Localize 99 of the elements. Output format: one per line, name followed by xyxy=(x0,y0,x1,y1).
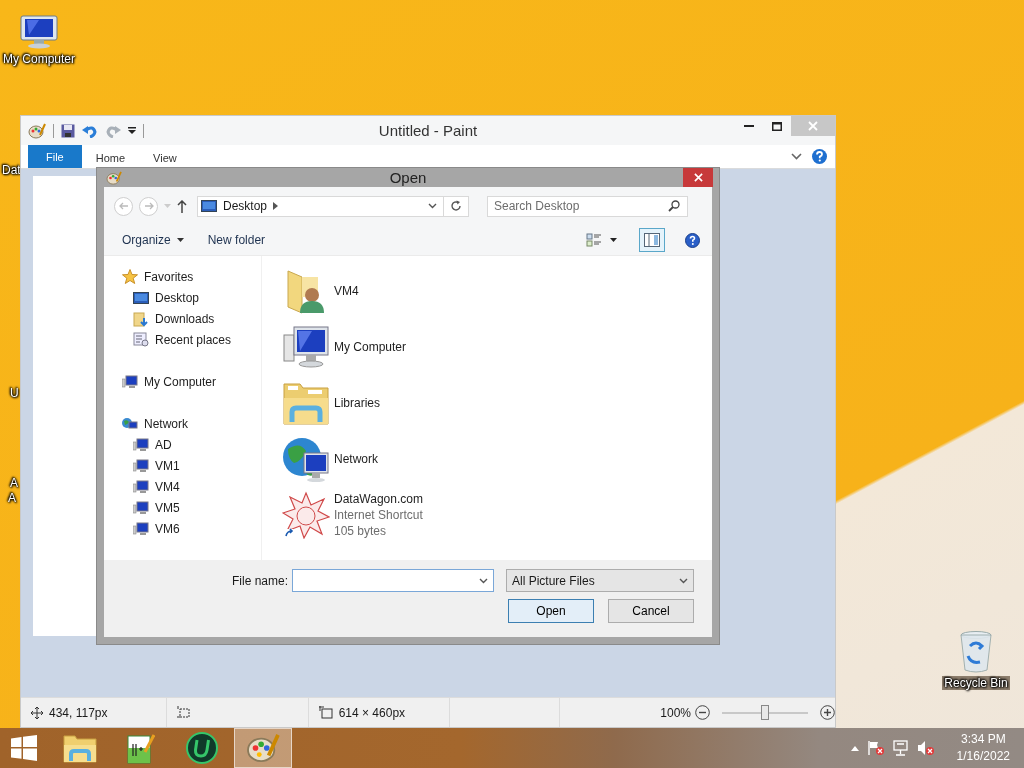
file-item[interactable]: DataWagon.com Internet Shortcut 105 bytes xyxy=(282,487,462,543)
show-hidden-icons-icon[interactable] xyxy=(850,745,859,751)
preview-pane-icon xyxy=(644,233,660,247)
nav-item[interactable]: VM1 xyxy=(122,455,261,476)
computer-icon xyxy=(133,479,149,494)
up-arrow-icon[interactable] xyxy=(177,199,187,213)
image-size: 614 × 460px xyxy=(338,705,406,720)
computer-icon xyxy=(133,437,149,452)
file-name-field[interactable] xyxy=(292,569,494,592)
file-item[interactable]: Network xyxy=(282,431,462,487)
address-bar[interactable]: Desktop xyxy=(197,195,469,217)
network-status-icon[interactable] xyxy=(892,740,909,756)
organize-menu-button[interactable]: Organize xyxy=(114,233,192,247)
window-title: Untitled - Paint xyxy=(378,122,478,139)
close-icon xyxy=(808,121,818,131)
ribbon-tab[interactable]: Home xyxy=(81,147,140,168)
undo-icon[interactable] xyxy=(82,123,98,138)
customize-caret-icon[interactable] xyxy=(128,126,136,135)
nav-item[interactable]: AD xyxy=(122,434,261,455)
help-icon[interactable] xyxy=(812,149,827,164)
expand-ribbon-icon[interactable] xyxy=(791,153,802,160)
desktop-icon xyxy=(133,291,149,304)
computer-icon xyxy=(133,500,149,515)
cursor-position: 434, 117px xyxy=(49,705,108,720)
refresh-icon[interactable] xyxy=(450,200,462,212)
recycle-bin-icon[interactable] xyxy=(958,630,994,674)
desktop-icon xyxy=(201,200,217,212)
zoom-in-button[interactable] xyxy=(820,705,835,720)
open-button[interactable]: Open xyxy=(508,599,594,623)
flag-error-icon[interactable] xyxy=(866,740,885,756)
desktop-icon-label[interactable]: Recycle Bin xyxy=(942,676,1010,690)
close-button[interactable] xyxy=(683,168,713,187)
address-segment[interactable]: Desktop xyxy=(223,199,268,213)
move-cursor-icon xyxy=(31,706,43,719)
recent-places-icon xyxy=(133,332,149,347)
palette-icon xyxy=(28,122,46,139)
close-icon xyxy=(693,173,703,182)
windows-logo-icon xyxy=(11,735,37,761)
search-field[interactable]: Search Desktop xyxy=(487,195,688,217)
nav-item[interactable]: Desktop xyxy=(122,287,261,308)
nav-item[interactable]: VM6 xyxy=(122,518,261,539)
zoom-level: 100% xyxy=(660,705,691,720)
nav-item[interactable]: Downloads xyxy=(122,308,261,329)
nav-item[interactable]: VM4 xyxy=(122,476,261,497)
back-arrow-icon xyxy=(118,202,129,210)
dropdown-caret-icon[interactable] xyxy=(479,578,488,584)
minus-icon xyxy=(695,705,710,720)
dialog-title: Open xyxy=(389,169,427,186)
view-caret-icon[interactable] xyxy=(610,238,617,242)
nav-item[interactable]: My Computer xyxy=(122,371,261,392)
dropdown-caret-icon[interactable] xyxy=(428,203,437,209)
network-icon xyxy=(122,416,138,431)
search-icon[interactable] xyxy=(668,199,680,212)
palette-icon xyxy=(246,733,280,763)
file-name-label: File name: xyxy=(231,573,288,588)
help-icon[interactable] xyxy=(685,232,700,248)
preview-pane-button[interactable] xyxy=(639,228,665,252)
computer-icon xyxy=(133,521,149,536)
nav-item[interactable]: Network xyxy=(122,413,261,434)
computer-icon xyxy=(122,374,138,389)
forward-arrow-icon xyxy=(143,202,154,210)
folder-icon xyxy=(63,733,97,763)
new-folder-button[interactable]: New folder xyxy=(199,233,274,247)
clock-time: 3:34 PM xyxy=(960,731,1006,748)
computer-icon xyxy=(133,458,149,473)
file-item[interactable]: My Computer xyxy=(282,319,462,375)
u-letter-logo-icon xyxy=(186,732,218,764)
minimize-icon xyxy=(744,125,754,127)
nav-item[interactable]: Favorites xyxy=(122,266,261,287)
taskbar-app-button[interactable] xyxy=(234,728,292,768)
file-type-dropdown[interactable]: All Picture Files xyxy=(506,569,694,592)
image-size-icon xyxy=(318,706,333,719)
nav-item[interactable]: Recent places xyxy=(122,329,261,350)
plus-icon xyxy=(820,705,835,720)
caret-icon xyxy=(176,238,184,242)
clock-date: 1/16/2022 xyxy=(956,748,1010,765)
dropdown-caret-icon xyxy=(679,577,688,584)
ribbon-tab[interactable]: View xyxy=(139,147,191,168)
palette-icon xyxy=(106,170,122,185)
network-icon xyxy=(282,435,330,483)
file-item[interactable]: VM4 xyxy=(282,263,462,319)
zoom-out-button[interactable] xyxy=(695,705,710,720)
notepad-icon xyxy=(127,732,155,764)
file-menu-button[interactable]: File xyxy=(28,145,82,168)
file-item[interactable]: Libraries xyxy=(282,375,462,431)
shortcut-emblem-icon xyxy=(282,491,330,539)
view-options-icon[interactable] xyxy=(586,232,602,248)
chevron-right-icon[interactable] xyxy=(273,202,279,210)
maximize-icon xyxy=(772,121,782,131)
star-icon xyxy=(122,269,138,284)
zoom-slider-thumb[interactable] xyxy=(761,705,769,720)
selection-size-icon xyxy=(177,706,192,719)
save-icon[interactable] xyxy=(61,123,75,138)
nav-item[interactable]: VM5 xyxy=(122,497,261,518)
downloads-folder-icon xyxy=(133,310,149,327)
libraries-folder-icon xyxy=(282,380,330,426)
cancel-button[interactable]: Cancel xyxy=(608,599,694,623)
computer-icon xyxy=(282,325,330,369)
speaker-muted-icon[interactable] xyxy=(916,740,935,756)
